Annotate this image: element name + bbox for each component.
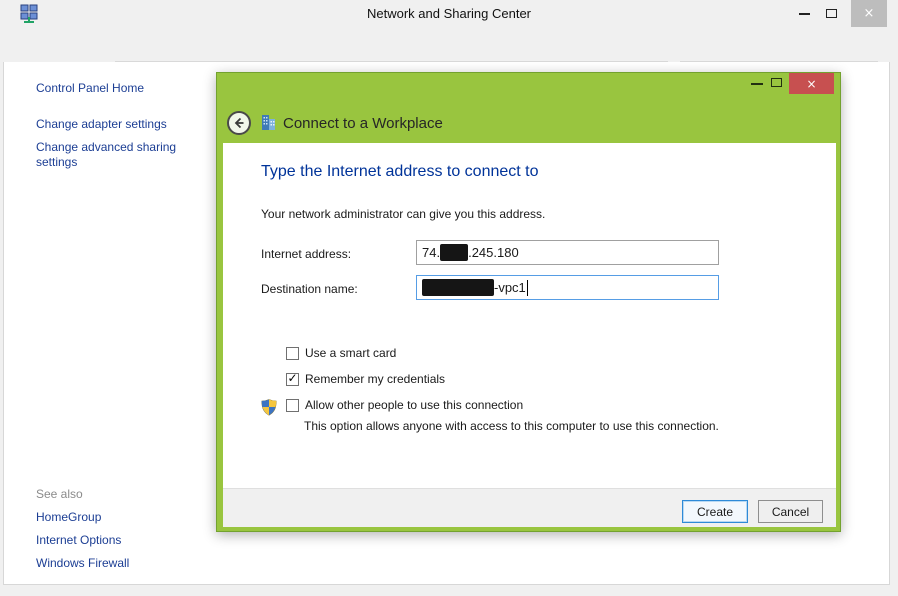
create-button[interactable]: Create	[682, 500, 748, 523]
cancel-button[interactable]: Cancel	[758, 500, 823, 523]
sidebar-item-change-advanced-sharing[interactable]: Change advanced sharing settings	[36, 140, 198, 170]
window-title: Network and Sharing Center	[0, 6, 898, 21]
minimize-button[interactable]	[791, 0, 817, 27]
credentials-label: Remember my credentials	[305, 372, 445, 386]
allow-others-checkbox-row[interactable]: ✓ Allow other people to use this connect…	[286, 398, 523, 412]
allow-others-note: This option allows anyone with access to…	[304, 419, 719, 433]
allow-others-label: Allow other people to use this connectio…	[305, 398, 523, 412]
allow-others-checkbox[interactable]: ✓	[286, 399, 299, 412]
sidebar-item-internet-options[interactable]: Internet Options	[36, 533, 121, 547]
network-sharing-center-window: Network and Sharing Center × ▾ ↑	[0, 0, 898, 596]
maximize-button[interactable]	[818, 0, 844, 27]
sidebar-item-control-panel-home[interactable]: Control Panel Home	[36, 81, 144, 95]
text-caret	[527, 280, 528, 296]
dialog-intro-text: Your network administrator can give you …	[261, 207, 545, 221]
dialog-minimize-button[interactable]	[751, 83, 763, 85]
smart-card-checkbox-row[interactable]: ✓ Use a smart card	[286, 346, 396, 360]
dialog-close-button[interactable]: ×	[789, 73, 834, 94]
destination-name-field[interactable]: -vpc1	[416, 275, 719, 300]
see-also-heading: See also	[36, 487, 83, 501]
smart-card-checkbox[interactable]: ✓	[286, 347, 299, 360]
sidebar-item-change-adapter-settings[interactable]: Change adapter settings	[36, 117, 167, 131]
uac-shield-icon	[261, 399, 277, 419]
navigation-toolbar: ▾ ↑ ▸ Control Panel ▸ Network and Intern…	[0, 28, 898, 62]
dialog-heading: Type the Internet address to connect to	[261, 163, 539, 181]
internet-address-label: Internet address:	[261, 247, 351, 261]
sidebar-item-windows-firewall[interactable]: Windows Firewall	[36, 556, 129, 570]
close-button[interactable]: ×	[851, 0, 887, 27]
dialog-content: Type the Internet address to connect to …	[223, 143, 836, 527]
titlebar: Network and Sharing Center ×	[0, 0, 898, 28]
workplace-icon	[259, 113, 278, 135]
destination-name-label: Destination name:	[261, 282, 358, 296]
internet-address-value-prefix: 74.	[422, 245, 440, 260]
credentials-checkbox-row[interactable]: ✓ Remember my credentials	[286, 372, 445, 386]
sidebar-item-homegroup[interactable]: HomeGroup	[36, 510, 101, 524]
dialog-maximize-button[interactable]	[771, 78, 782, 87]
internet-address-field[interactable]: 74. .245.180	[416, 240, 719, 265]
smart-card-label: Use a smart card	[305, 346, 396, 360]
dialog-back-button[interactable]	[227, 111, 251, 135]
dialog-footer: Create Cancel	[223, 488, 836, 527]
redacted-value	[440, 244, 468, 261]
connect-to-workplace-dialog: × Connect to a Workplace Type the Intern…	[216, 72, 841, 532]
internet-address-value-suffix: .245.180	[468, 245, 519, 260]
dialog-title: Connect to a Workplace	[283, 115, 443, 132]
destination-name-value-suffix: -vpc1	[494, 280, 526, 295]
redacted-value	[422, 279, 494, 296]
credentials-checkbox[interactable]: ✓	[286, 373, 299, 386]
